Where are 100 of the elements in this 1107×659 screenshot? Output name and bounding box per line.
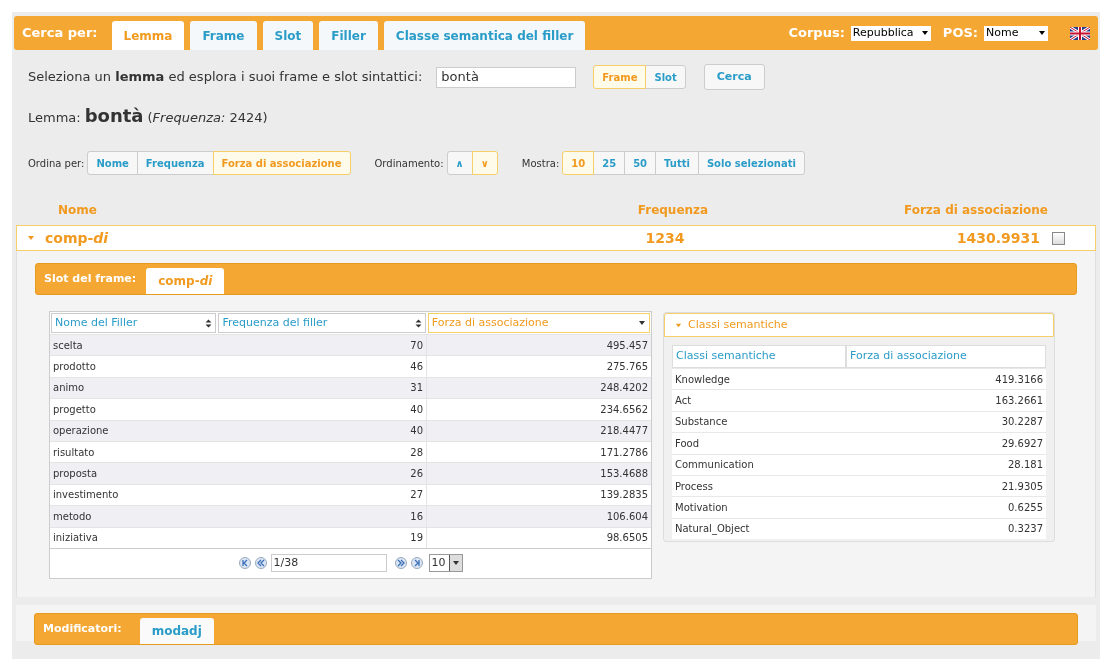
toggle-button[interactable]: ∧	[446, 151, 473, 175]
dropdown-arrow-icon	[920, 29, 929, 37]
modifiers-bar-label: Modificatori:	[43, 620, 122, 637]
table-cell-text: Substance	[675, 415, 728, 430]
table-cell-text: 248.4202	[600, 381, 648, 396]
table-cell-text: metodo	[53, 509, 92, 524]
semantic-panel-header[interactable]: Classi semantiche	[664, 313, 1054, 337]
lemma-frequency: (Frequenza: 2424)	[147, 109, 268, 127]
toggle-button[interactable]: ∨	[471, 151, 498, 175]
table-cell-text: 0.6255	[1008, 501, 1043, 516]
toggle-button[interactable]: Frame	[593, 65, 647, 89]
search-tab[interactable]: Classe semantica del filler	[383, 21, 586, 50]
table-cell-text: 98.6505	[606, 531, 648, 546]
toggle-button[interactable]: 10	[562, 151, 595, 175]
dropdown-arrow-icon	[1038, 29, 1046, 37]
corpus-label: Corpus:	[788, 24, 845, 43]
table-cell-text: 21.9305	[1001, 479, 1043, 494]
table-cell-text: scelta	[53, 338, 83, 353]
table-cell-text: 106.604	[606, 509, 648, 524]
column-header: Frequenza	[636, 202, 710, 219]
frame-row[interactable]: comp-di 1234 1430.9931	[16, 225, 1096, 251]
page-size-select[interactable]: 10	[428, 554, 463, 573]
toggle-button[interactable]: Nome	[87, 151, 138, 175]
toggle-button[interactable]: Tutti	[655, 151, 699, 175]
table-cell-text: 419.3166	[995, 372, 1043, 387]
sort-icon	[414, 318, 422, 328]
table-cell-text: 153.4688	[600, 467, 648, 482]
table-cell-text: 218.4477	[600, 424, 648, 439]
lemma-word: bontà	[84, 104, 144, 128]
table-cell-text: 0.3237	[1008, 522, 1043, 537]
search-tab[interactable]: Filler	[319, 21, 378, 50]
page-field[interactable]: 1/38	[270, 554, 387, 573]
table-cell-text: Communication	[675, 458, 754, 473]
column-header[interactable]: Forza di associazione	[427, 313, 650, 333]
table-cell-text: 26	[410, 467, 423, 482]
pos-select[interactable]: Nome	[984, 25, 1048, 41]
table-cell-text: 40	[410, 424, 423, 439]
table-cell-text: Act	[675, 394, 692, 409]
corpus-select[interactable]: Repubblica	[850, 25, 931, 41]
table-cell-text: 46	[410, 360, 423, 375]
next-page-icon[interactable]	[394, 557, 407, 570]
previous-page-icon[interactable]	[254, 557, 267, 570]
bar-tab[interactable]: modadj	[139, 618, 214, 644]
table-cell-text: investimento	[53, 488, 119, 503]
table-cell-text: 28.181	[1008, 458, 1043, 473]
search-tab[interactable]: Frame	[190, 21, 257, 50]
table-cell-text: 29.6927	[1001, 436, 1043, 451]
toggle-button[interactable]: Slot	[645, 65, 686, 89]
search-tab[interactable]: Slot	[262, 21, 314, 50]
frame-frequency: 1234	[644, 228, 686, 248]
column-header: Nome	[58, 202, 98, 219]
column-header[interactable]: Nome del Filler	[51, 313, 217, 333]
table-cell-text: 31	[410, 381, 423, 396]
first-page-icon[interactable]	[238, 557, 251, 570]
table-cell-text: prodotto	[53, 360, 96, 375]
toggle-button[interactable]: 25	[593, 151, 626, 175]
control-label: Ordina per:	[28, 156, 85, 171]
column-header: Classi semantiche	[673, 346, 845, 367]
table-cell-text: operazione	[53, 424, 109, 439]
frame-name: comp-di	[45, 228, 110, 248]
prompt-text: Seleziona un lemma ed esplora i suoi frame e slot sintattici:	[28, 68, 423, 87]
table-cell-text: risultato	[53, 445, 95, 460]
last-page-icon[interactable]	[410, 557, 423, 570]
table-cell-text: Process	[675, 479, 713, 494]
toggle-button[interactable]: 50	[624, 151, 657, 175]
table-cell-text: 171.2786	[600, 445, 648, 460]
table-cell-text: Knowledge	[675, 372, 730, 387]
table-cell-text: 30.2287	[1001, 415, 1043, 430]
table-cell-text: Food	[675, 436, 699, 451]
table-cell-text: iniziativa	[53, 531, 98, 546]
table-cell-text: 28	[410, 445, 423, 460]
frame-strength: 1430.9931	[956, 228, 1040, 248]
flag-icon[interactable]	[1070, 26, 1090, 40]
search-button[interactable]: Cerca	[703, 64, 765, 90]
sort-icon	[205, 318, 213, 328]
pos-label: POS:	[942, 24, 978, 43]
sort-icon	[638, 319, 646, 327]
table-cell-text: 139.2835	[600, 488, 648, 503]
table-cell-text: proposta	[53, 467, 98, 482]
table-cell-text: 19	[410, 531, 423, 546]
table-cell-text: Natural_Object	[675, 522, 750, 537]
table-cell-text: progetto	[53, 402, 96, 417]
control-label: Mostra:	[521, 156, 560, 171]
table-cell-text: 495.457	[606, 338, 648, 353]
column-header: Forza di associazione	[904, 202, 1048, 219]
lemma-input[interactable]: bontà	[436, 66, 577, 88]
table-cell-text: Motivation	[675, 501, 728, 516]
search-tab[interactable]: Lemma	[111, 21, 185, 50]
checkbox[interactable]	[1052, 231, 1065, 245]
toggle-button[interactable]: Frequenza	[136, 151, 214, 175]
table-cell-text: 275.765	[606, 360, 648, 375]
column-header[interactable]: Frequenza del filler	[218, 313, 426, 333]
table-cell-text: 163.2661	[995, 394, 1043, 409]
control-label: Ordinamento:	[374, 156, 444, 171]
search-by-label: Cerca per:	[22, 24, 98, 43]
toggle-button[interactable]: Solo selezionati	[697, 151, 805, 175]
bar-tab[interactable]: comp-di	[146, 268, 225, 294]
lemma-label: Lemma:	[28, 109, 81, 127]
toggle-button[interactable]: Forza di associazione	[212, 151, 351, 175]
table-cell-text: 234.6562	[600, 402, 648, 417]
